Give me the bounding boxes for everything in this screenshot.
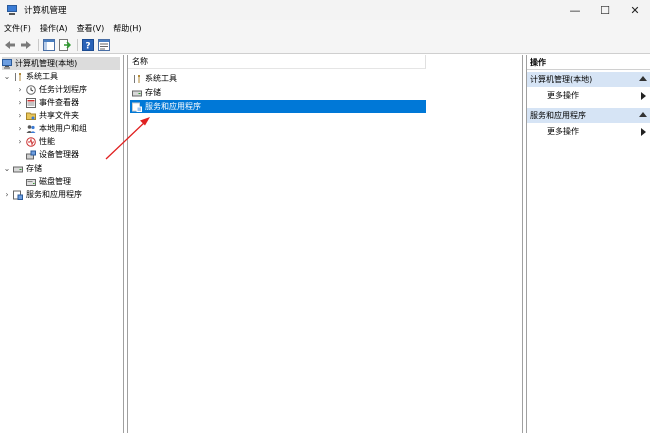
actions-group-label: 计算机管理(本地) — [530, 75, 593, 84]
disk-icon — [26, 177, 36, 187]
tree-item-label: 性能 — [39, 137, 55, 146]
toolbar-separator — [77, 38, 78, 51]
chevron-right-icon — [641, 92, 646, 100]
chevron-right-icon[interactable]: › — [16, 124, 24, 133]
toolbar-separator — [38, 38, 39, 51]
help-icon[interactable]: ? — [81, 38, 95, 52]
tree-item-label: 设备管理器 — [39, 150, 79, 159]
tree-item-device-manager[interactable]: 设备管理器 — [26, 148, 79, 161]
tree-item-label: 磁盘管理 — [39, 177, 71, 186]
window-title: 计算机管理 — [24, 6, 67, 16]
tools-icon — [13, 72, 23, 82]
list-item[interactable]: 存储 — [130, 86, 426, 99]
storage-icon — [13, 164, 23, 174]
column-header-label: 名称 — [132, 57, 148, 66]
chevron-right-icon[interactable]: › — [3, 190, 11, 199]
performance-icon — [26, 136, 36, 147]
list-item-label: 系统工具 — [145, 74, 177, 83]
event-viewer-icon — [26, 97, 36, 108]
collapse-up-icon[interactable] — [639, 112, 647, 117]
tree-item-label: 存储 — [26, 164, 42, 173]
collapse-up-icon[interactable] — [639, 76, 647, 81]
chevron-right-icon[interactable]: › — [16, 98, 24, 107]
tree-item-label: 计算机管理(本地) — [15, 59, 78, 68]
tree-item-label: 服务和应用程序 — [26, 190, 82, 199]
forward-icon[interactable] — [19, 38, 33, 52]
tools-icon — [132, 74, 142, 84]
more-actions-label: 更多操作 — [547, 127, 579, 136]
chevron-down-icon[interactable]: ⌄ — [3, 164, 11, 173]
services-icon — [132, 102, 142, 112]
computer-management-icon — [6, 4, 18, 16]
shared-folder-icon — [26, 111, 36, 121]
properties-icon[interactable] — [97, 38, 111, 52]
menu-action[interactable]: 操作(A) — [40, 23, 68, 34]
list-item-selected[interactable]: 服务和应用程序 — [130, 100, 426, 113]
tree-item-local-users[interactable]: › 本地用户和组 — [16, 122, 87, 135]
result-pane: 名称 系统工具 存储 服务和应用程序 — [127, 55, 523, 433]
device-manager-icon — [26, 150, 36, 160]
actions-title: 操作 — [527, 55, 650, 70]
users-icon — [26, 124, 36, 134]
column-header-name[interactable]: 名称 — [128, 55, 426, 69]
more-actions-item[interactable]: 更多操作 — [527, 88, 650, 103]
chevron-right-icon[interactable]: › — [16, 111, 24, 120]
export-list-icon[interactable] — [58, 38, 72, 52]
title-bar: 计算机管理 — ☐ ✕ — [0, 0, 650, 20]
tree-item-storage[interactable]: ⌄ 存储 — [3, 162, 42, 175]
toolbar: ? — [0, 36, 650, 54]
chevron-right-icon[interactable]: › — [16, 137, 24, 146]
svg-text:?: ? — [85, 41, 90, 51]
list-item-label: 存储 — [145, 88, 161, 97]
menu-view[interactable]: 查看(V) — [77, 23, 105, 34]
storage-icon — [132, 88, 142, 98]
maximize-button[interactable]: ☐ — [590, 0, 620, 20]
chevron-right-icon[interactable]: › — [16, 85, 24, 94]
actions-group-label: 服务和应用程序 — [530, 111, 586, 120]
list-item-label: 服务和应用程序 — [145, 102, 201, 111]
menu-bar: 文件(F) 操作(A) 查看(V) 帮助(H) — [0, 20, 650, 36]
chevron-right-icon — [641, 128, 646, 136]
tree-item-label: 共享文件夹 — [39, 111, 79, 120]
chevron-down-icon[interactable]: ⌄ — [3, 72, 11, 81]
tree-item-disk-management[interactable]: 磁盘管理 — [26, 175, 71, 188]
tree-item-event-viewer[interactable]: › 事件查看器 — [16, 96, 79, 109]
menu-help[interactable]: 帮助(H) — [113, 23, 141, 34]
clock-icon — [26, 84, 36, 95]
actions-pane: 操作 计算机管理(本地) 更多操作 服务和应用程序 更多操作 — [526, 55, 650, 433]
tree-item-label: 本地用户和组 — [39, 124, 87, 133]
tree-item-label: 系统工具 — [26, 72, 58, 81]
more-actions-item[interactable]: 更多操作 — [527, 124, 650, 139]
tree-item-shared-folders[interactable]: › 共享文件夹 — [16, 109, 79, 122]
menu-file[interactable]: 文件(F) — [4, 23, 31, 34]
actions-group-services-apps[interactable]: 服务和应用程序 — [527, 108, 650, 123]
tree-item-performance[interactable]: › 性能 — [16, 135, 55, 148]
tree-item-system-tools[interactable]: ⌄ 系统工具 — [3, 70, 58, 83]
console-tree: 计算机管理(本地) ⌄ 系统工具 › 任务计划程序 › 事件查看器 › 共享文件… — [0, 55, 124, 433]
tree-item-task-scheduler[interactable]: › 任务计划程序 — [16, 83, 87, 96]
list-item[interactable]: 系统工具 — [130, 72, 426, 85]
close-button[interactable]: ✕ — [620, 0, 650, 20]
back-icon[interactable] — [3, 38, 17, 52]
minimize-button[interactable]: — — [560, 0, 590, 20]
tree-item-root[interactable]: 计算机管理(本地) — [2, 57, 120, 70]
tree-item-label: 事件查看器 — [39, 98, 79, 107]
tree-item-label: 任务计划程序 — [39, 85, 87, 94]
more-actions-label: 更多操作 — [547, 91, 579, 100]
actions-group-computer-management[interactable]: 计算机管理(本地) — [527, 72, 650, 87]
computer-management-icon — [2, 58, 12, 69]
services-icon — [13, 190, 23, 200]
show-hide-tree-icon[interactable] — [42, 38, 56, 52]
tree-item-services-apps[interactable]: › 服务和应用程序 — [3, 188, 82, 201]
